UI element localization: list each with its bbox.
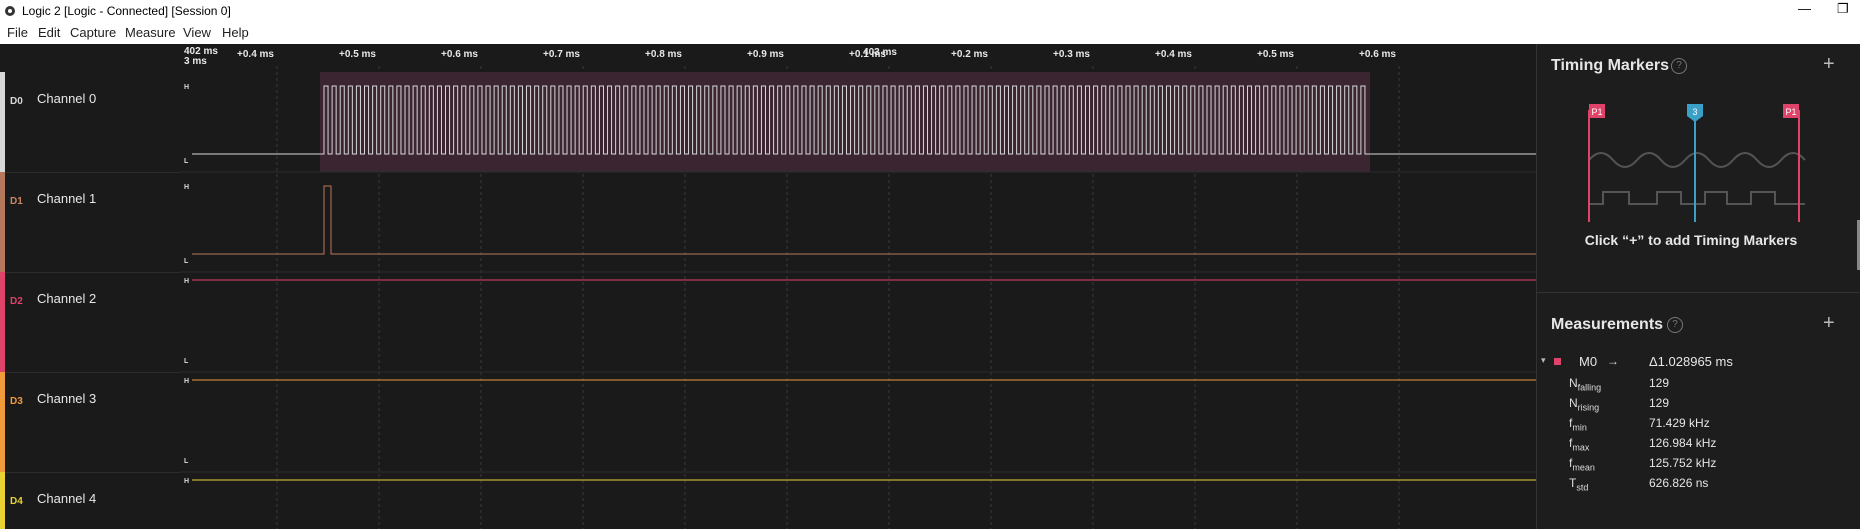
- measurement-key: Nrising: [1569, 396, 1600, 413]
- channel-name[interactable]: Channel 2: [37, 291, 96, 306]
- time-tick-label: +0.4 ms: [237, 49, 274, 60]
- measurement-key: Nfalling: [1569, 376, 1602, 393]
- timing-markers-illustration: P1 3 P1: [1588, 104, 1806, 222]
- title-bar: Logic 2 [Logic - Connected] [Session 0] …: [0, 0, 1860, 22]
- high-level-label: H: [184, 378, 189, 385]
- waveform-view[interactable]: ‹ 402 ms 3 ms 403 ms +0.4 ms+0.5 ms+0.6 …: [180, 44, 1536, 529]
- high-level-label: H: [184, 478, 189, 485]
- minimize-button[interactable]: —: [1798, 1, 1811, 16]
- channel-id: D2: [10, 296, 23, 307]
- time-tick-label: +0.6 ms: [1359, 49, 1396, 60]
- help-icon[interactable]: ?: [1667, 317, 1683, 333]
- channel-id: D3: [10, 396, 23, 407]
- measurement-value: 626.826 ns: [1649, 476, 1709, 490]
- channel-color-bar: [0, 172, 5, 272]
- arrow-icon: →: [1607, 354, 1619, 368]
- add-measurement-button[interactable]: +: [1823, 312, 1835, 335]
- measurement-value: 125.752 kHz: [1649, 456, 1717, 470]
- menu-help[interactable]: Help: [222, 25, 249, 40]
- measurement-name[interactable]: M0: [1579, 354, 1597, 369]
- window-title: Logic 2 [Logic - Connected] [Session 0]: [22, 4, 231, 18]
- menu-capture[interactable]: Capture: [70, 25, 116, 40]
- menu-bar: File Edit Capture Measure View Help: [0, 22, 1860, 44]
- channel-id: D1: [10, 196, 23, 207]
- measurement-key: fmin: [1569, 416, 1587, 433]
- add-timing-marker-button[interactable]: +: [1823, 53, 1835, 76]
- measurement-value: 129: [1649, 376, 1670, 390]
- digital-wave-illustration: [1589, 191, 1805, 205]
- channel-id: D4: [10, 496, 23, 507]
- high-level-label: H: [184, 84, 189, 91]
- channel-row-0[interactable]: D0 Channel 0: [0, 72, 180, 173]
- channel-id: D0: [10, 96, 23, 107]
- time-tick-label: +0.7 ms: [543, 49, 580, 60]
- measurement-key: fmax: [1569, 436, 1590, 453]
- time-tick-label: +0.1 ms: [849, 49, 886, 60]
- channel-color-bar: [0, 472, 5, 529]
- analog-wave-illustration: [1588, 152, 1806, 168]
- channel-row-2[interactable]: D2 Channel 2: [0, 272, 180, 373]
- measurement-color-swatch: [1554, 358, 1561, 365]
- channel-row-4[interactable]: D4 Channel 4: [0, 472, 180, 529]
- measurement-key: fmean: [1569, 456, 1595, 473]
- time-tick-label: +0.5 ms: [339, 49, 376, 60]
- low-level-label: L: [184, 358, 189, 365]
- restore-button[interactable]: ❐: [1837, 1, 1849, 17]
- channel-color-bar: [0, 72, 5, 172]
- high-level-label: H: [184, 184, 189, 191]
- measurements-title: Measurements: [1551, 316, 1664, 333]
- time-tick-label: +0.9 ms: [747, 49, 784, 60]
- channel-color-bar: [0, 272, 5, 372]
- channel-name[interactable]: Channel 0: [37, 91, 96, 106]
- timing-markers-hint: Click “+” to add Timing Markers: [1584, 232, 1798, 248]
- time-tick-label: +0.6 ms: [441, 49, 478, 60]
- channel-name[interactable]: Channel 3: [37, 391, 96, 406]
- channel-name[interactable]: Channel 4: [37, 491, 96, 506]
- channel-row-3[interactable]: D3 Channel 3: [0, 372, 180, 473]
- measurement-value: 71.429 kHz: [1649, 416, 1710, 430]
- channel-sidebar: D0 Channel 0 D1 Channel 1 D2 Channel 2 D…: [0, 72, 181, 529]
- high-level-label: H: [184, 278, 189, 285]
- time-tick-label: +0.4 ms: [1155, 49, 1192, 60]
- time-tick-label: +0.8 ms: [645, 49, 682, 60]
- panel-divider: [1537, 292, 1860, 293]
- right-marker-flag-label: P1: [1785, 107, 1796, 117]
- left-marker-flag-label: P1: [1591, 107, 1602, 117]
- measurement-value: 129: [1649, 396, 1670, 410]
- menu-view[interactable]: View: [183, 25, 211, 40]
- measurement-value: 126.984 kHz: [1649, 436, 1717, 450]
- left-time-sub-label: 3 ms: [184, 56, 207, 67]
- measurement-key: Tstd: [1569, 476, 1589, 493]
- timing-markers-title: Timing Markers: [1551, 57, 1669, 74]
- time-tick-label: +0.2 ms: [951, 49, 988, 60]
- measurement-delta: Δ1.028965 ms: [1649, 354, 1733, 369]
- center-marker-flag-label: 3: [1692, 107, 1697, 117]
- channel-row-1[interactable]: D1 Channel 1: [0, 172, 180, 273]
- expand-chevron-icon[interactable]: ▾: [1541, 355, 1546, 366]
- low-level-label: L: [184, 458, 189, 465]
- low-level-label: L: [184, 258, 189, 265]
- menu-measure[interactable]: Measure: [125, 25, 176, 40]
- channel-name[interactable]: Channel 1: [37, 191, 96, 206]
- low-level-label: L: [184, 158, 189, 165]
- channel-color-bar: [0, 372, 5, 472]
- menu-file[interactable]: File: [7, 25, 28, 40]
- right-panel: Timing Markers ? + P1 3 P1 Click “+” to …: [1536, 44, 1860, 529]
- menu-edit[interactable]: Edit: [38, 25, 60, 40]
- help-icon[interactable]: ?: [1671, 58, 1687, 74]
- app-icon: [5, 6, 15, 16]
- time-tick-label: +0.3 ms: [1053, 49, 1090, 60]
- time-tick-label: +0.5 ms: [1257, 49, 1294, 60]
